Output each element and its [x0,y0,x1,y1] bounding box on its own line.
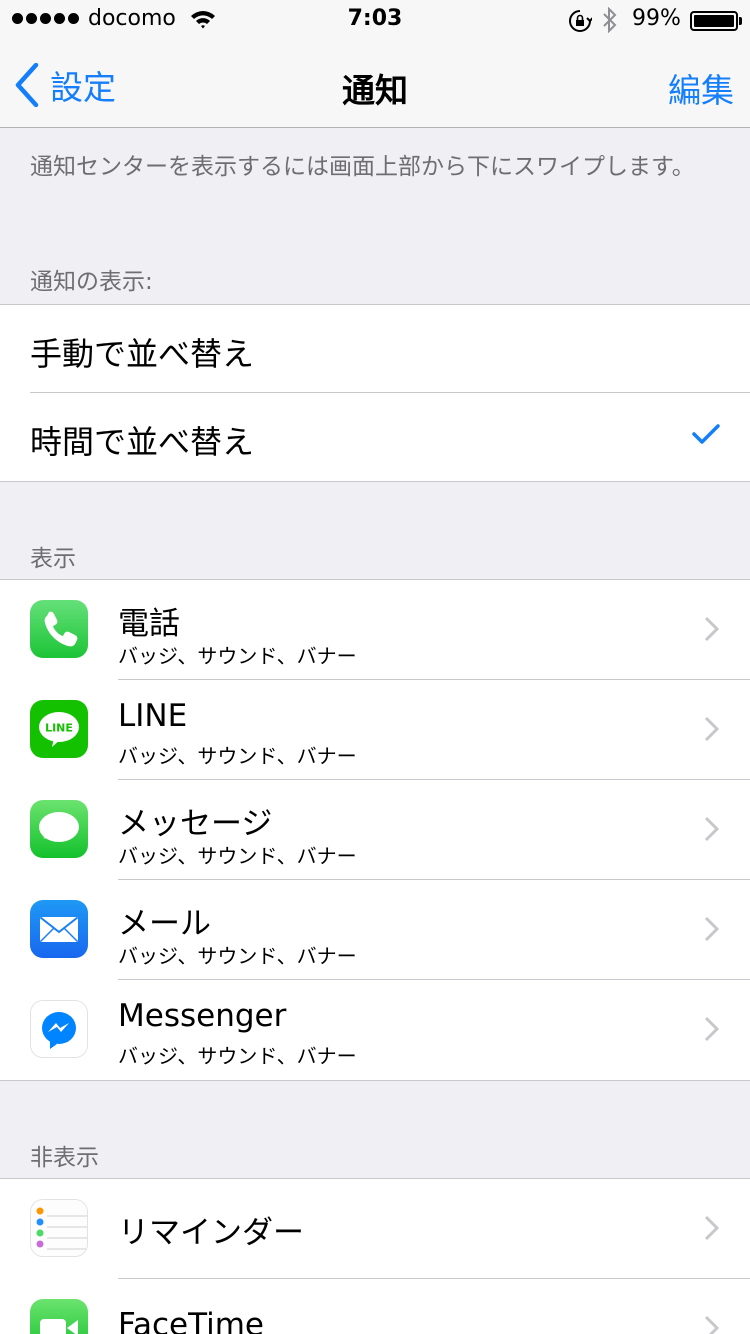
app-row-phone[interactable]: 電話 バッジ、サウンド、バナー [0,580,750,680]
bluetooth-icon [601,6,619,37]
navigation-bar: 設定 通知 編集 [0,40,750,128]
app-row-messenger[interactable]: Messenger バッジ、サウンド、バナー [0,980,750,1080]
chevron-right-icon [704,716,720,746]
notification-types: バッジ、サウンド、バナー [118,844,357,868]
reminders-icon [30,1199,88,1257]
edit-button[interactable]: 編集 [668,64,734,112]
line-icon-text: LINE [45,722,73,735]
facetime-icon [30,1299,88,1334]
chevron-right-icon [704,1315,720,1334]
sort-options-group: 手動で並べ替え 時間で並べ替え [0,304,750,482]
swipe-hint-text: 通知センターを表示するには画面上部から下にスワイプします。 [30,154,695,180]
app-row-line[interactable]: LINE LINE バッジ、サウンド、バナー [0,680,750,780]
app-name: メール [118,906,211,942]
app-row-reminders[interactable]: リマインダー [0,1179,750,1279]
battery-percent: 99% [632,6,681,31]
app-name: 電話 [118,606,180,642]
sort-option-label: 時間で並べ替え [30,423,255,461]
battery-level [694,15,734,27]
notification-types: バッジ、サウンド、バナー [118,744,357,768]
status-bar: docomo 7:03 99% [0,0,750,40]
sort-option-by-time[interactable]: 時間で並べ替え [0,393,750,481]
messenger-icon [30,1000,88,1058]
shown-apps-group: 電話 バッジ、サウンド、バナー LINE LINE バッジ、サウンド、バナー メ… [0,579,750,1081]
sort-section-header: 通知の表示: [30,269,153,295]
app-name: Messenger [118,998,287,1034]
chevron-right-icon [704,1215,720,1245]
chevron-right-icon [704,616,720,646]
app-row-mail[interactable]: メール バッジ、サウンド、バナー [0,880,750,980]
page-title: 通知 [342,71,408,110]
messages-icon [30,800,88,858]
app-name: リマインダー [118,1215,304,1251]
notification-types: バッジ、サウンド、バナー [118,944,357,968]
shown-section-header: 表示 [30,546,76,572]
sort-option-label: 手動で並べ替え [30,335,255,373]
app-row-messages[interactable]: メッセージ バッジ、サウンド、バナー [0,780,750,880]
app-name: LINE [118,698,188,734]
app-name: メッセージ [118,806,273,842]
phone-icon [30,600,88,658]
app-name: FaceTime [118,1307,264,1334]
chevron-right-icon [704,916,720,946]
sort-option-manual[interactable]: 手動で並べ替え [0,305,750,393]
battery-icon [690,11,742,31]
app-row-facetime[interactable]: FaceTime [0,1279,750,1334]
checkmark-icon [692,423,720,449]
hidden-section-header: 非表示 [30,1145,99,1171]
hidden-apps-group: リマインダー FaceTime [0,1178,750,1334]
notification-types: バッジ、サウンド、バナー [118,644,357,668]
rotation-lock-icon [568,9,594,37]
chevron-right-icon [704,1016,720,1046]
mail-icon [30,900,88,958]
line-icon: LINE [30,700,88,758]
notification-types: バッジ、サウンド、バナー [118,1044,357,1068]
chevron-right-icon [704,816,720,846]
